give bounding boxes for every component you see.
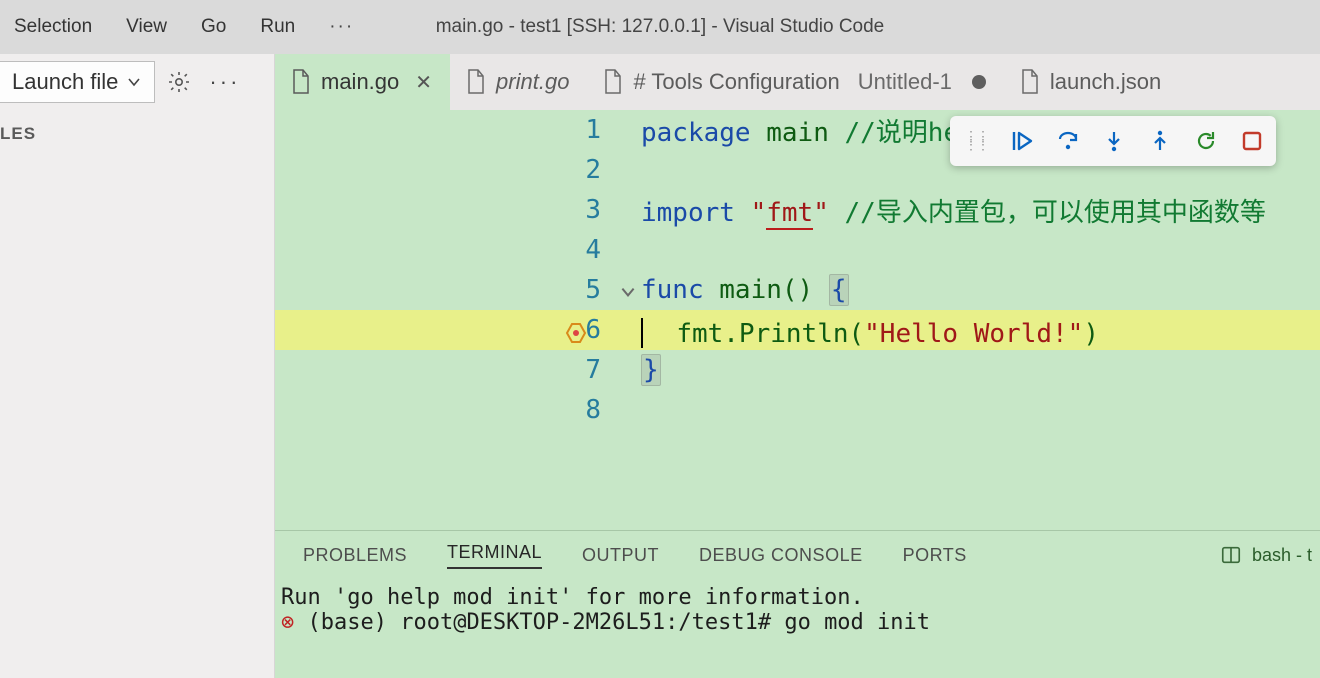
tab-label: launch.json: [1050, 69, 1161, 95]
terminal[interactable]: Run 'go help mod init' for more informat…: [275, 579, 1320, 635]
step-out-icon[interactable]: [1148, 128, 1172, 154]
panel-tab-terminal[interactable]: TERMINAL: [447, 542, 542, 569]
breakpoint-icon[interactable]: [565, 321, 589, 345]
restart-icon[interactable]: [1194, 128, 1218, 154]
terminal-line: Run 'go help mod init' for more informat…: [281, 585, 1320, 610]
sidebar-section-label: LES: [0, 124, 274, 144]
more-actions-icon[interactable]: ···: [203, 69, 240, 95]
terminal-shell-label[interactable]: bash - t: [1252, 545, 1312, 566]
tab-label: print.go: [496, 69, 569, 95]
editor-tabstrip: main.go ✕ print.go # Tools Configuration…: [275, 54, 1320, 110]
left-sidebar: Launch file ··· LES: [0, 54, 275, 678]
dirty-dot-icon: [972, 75, 986, 89]
code-line: }: [641, 354, 661, 386]
menu-go[interactable]: Go: [201, 16, 226, 38]
tab-label: main.go: [321, 69, 399, 95]
split-panel-icon[interactable]: [1220, 544, 1242, 566]
menu-overflow-icon[interactable]: ···: [329, 16, 354, 38]
editor-column: main.go ✕ print.go # Tools Configuration…: [275, 54, 1320, 678]
code-line: import "fmt" //导入内置包，可以使用其中函数等: [641, 192, 1266, 229]
code-line: func main() {: [641, 274, 849, 306]
bottom-panel: PROBLEMS TERMINAL OUTPUT DEBUG CONSOLE P…: [275, 530, 1320, 678]
tab-tools-config[interactable]: # Tools Configuration Untitled-1: [587, 54, 1003, 110]
line-number: 3: [275, 195, 641, 225]
panel-tab-problems[interactable]: PROBLEMS: [303, 545, 407, 566]
terminal-line: ⊗ (base) root@DESKTOP-2M26L51:/test1# go…: [281, 610, 1320, 635]
debug-toolbar[interactable]: ⋮⋮⋮⋮: [950, 116, 1276, 166]
drag-grip-icon[interactable]: ⋮⋮⋮⋮: [964, 133, 988, 149]
panel-tab-output[interactable]: OUTPUT: [582, 545, 659, 566]
text-cursor: [641, 318, 643, 348]
tab-untitled-label: Untitled-1: [858, 69, 952, 95]
line-number: 4: [275, 235, 641, 265]
menu-view[interactable]: View: [126, 16, 167, 38]
continue-icon[interactable]: [1010, 128, 1034, 154]
line-number: 2: [275, 155, 641, 185]
code-line: fmt.Println("Hello World!"): [641, 312, 1099, 349]
file-icon: [466, 69, 486, 95]
menu-run[interactable]: Run: [260, 16, 295, 38]
step-into-icon[interactable]: [1102, 128, 1126, 154]
tab-main-go[interactable]: main.go ✕: [275, 54, 450, 110]
code-editor[interactable]: ⋮⋮⋮⋮: [275, 110, 1320, 530]
line-number: 8: [275, 395, 641, 425]
panel-tab-ports[interactable]: PORTS: [903, 545, 967, 566]
tab-label: # Tools Configuration: [633, 69, 839, 95]
line-number: 1: [275, 115, 641, 145]
error-glyph-icon: ⊗: [281, 610, 308, 635]
chevron-down-icon: [126, 74, 142, 90]
tab-launch-json[interactable]: launch.json: [1004, 54, 1179, 110]
stop-icon[interactable]: [1240, 128, 1264, 154]
gear-icon[interactable]: [167, 70, 191, 94]
menu-selection[interactable]: Selection: [14, 16, 92, 38]
tab-print-go[interactable]: print.go: [450, 54, 587, 110]
fold-chevron-icon[interactable]: [619, 283, 637, 301]
menubar: Selection View Go Run ··· main.go - test…: [0, 0, 1320, 54]
line-number: 7: [275, 355, 641, 385]
line-number: 6: [275, 315, 641, 345]
file-icon: [1020, 69, 1040, 95]
launch-config-select[interactable]: Launch file: [0, 61, 155, 103]
file-icon: [291, 69, 311, 95]
close-icon[interactable]: ✕: [415, 70, 432, 95]
line-number: 5: [275, 275, 641, 305]
step-over-icon[interactable]: [1056, 128, 1080, 154]
file-icon: [603, 69, 623, 95]
launch-config-label: Launch file: [12, 69, 118, 95]
panel-tab-debug-console[interactable]: DEBUG CONSOLE: [699, 545, 863, 566]
